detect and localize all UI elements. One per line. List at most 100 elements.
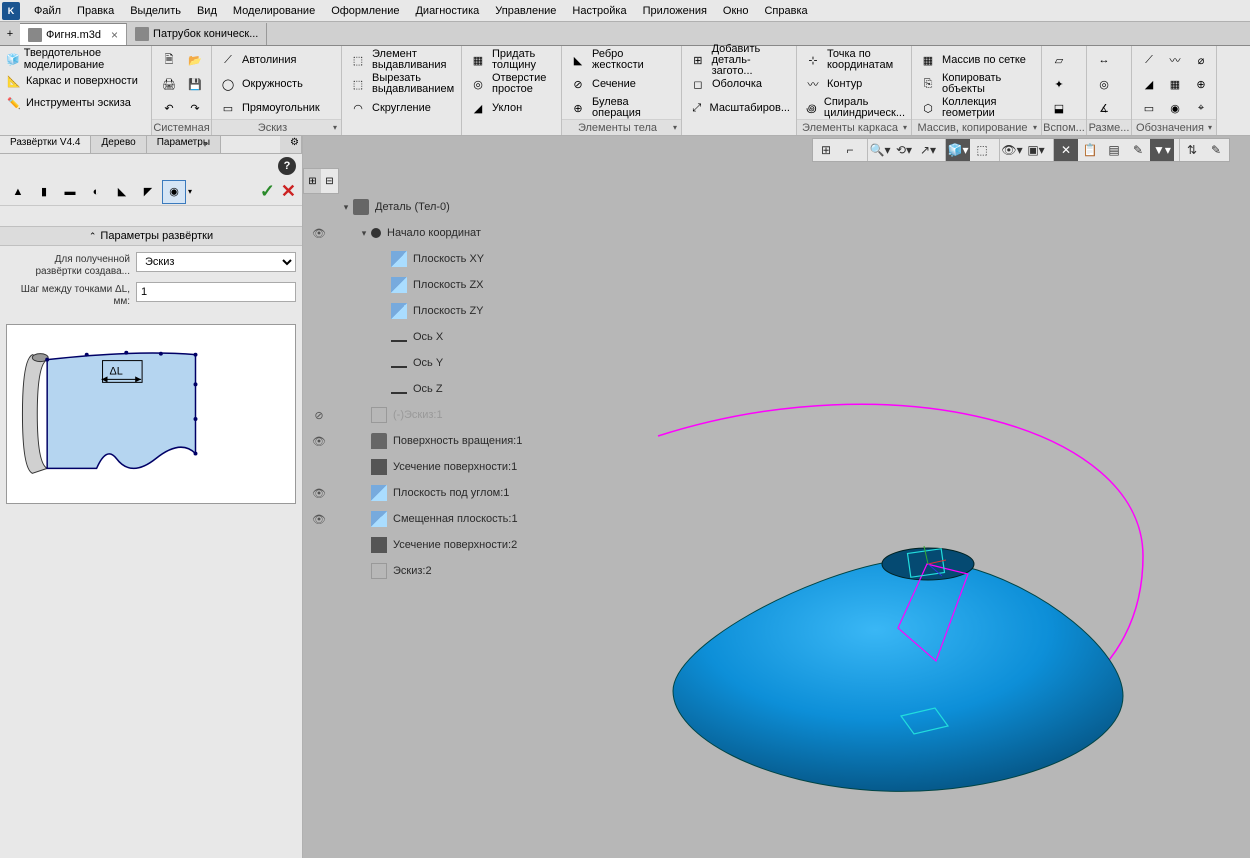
shell-button[interactable]: ◻Оболочка	[686, 72, 792, 96]
undo-button[interactable]: ↶	[156, 96, 182, 120]
menu-select[interactable]: Выделить	[122, 2, 189, 20]
shape-pr-icon[interactable]: ◣	[110, 180, 134, 204]
cancel-button[interactable]: ✕	[281, 181, 296, 202]
tab-patrubok[interactable]: Патрубок коническ...	[127, 23, 267, 45]
params-section-header[interactable]: Параметры развёртки	[0, 226, 302, 246]
tab-figna[interactable]: Фигня.m3d ×	[20, 23, 127, 45]
scale-button[interactable]: ⤢Масштабиров...	[686, 96, 792, 120]
visibility-icon[interactable]: 👁	[309, 487, 329, 500]
shape-cyl-icon[interactable]: ▮	[32, 180, 56, 204]
param2-input[interactable]	[136, 282, 296, 302]
tree-row[interactable]: 👁Смещенная плоскость:1	[309, 506, 522, 532]
mode-wire[interactable]: 📐Каркас и поверхности	[4, 70, 152, 92]
side-tab-unfold[interactable]: Развёртки V4.4	[0, 136, 91, 153]
contour-button[interactable]: 〰Контур	[801, 72, 907, 96]
tree-expand-icon[interactable]: ⊞	[304, 169, 321, 193]
mode-sketch[interactable]: ✏️Инструменты эскиза	[4, 92, 152, 114]
menu-help[interactable]: Справка	[756, 2, 815, 20]
menu-apps[interactable]: Приложения	[635, 2, 715, 20]
ann-btn[interactable]: ◢	[1136, 72, 1162, 96]
shape-tube-icon[interactable]: ◐	[84, 180, 108, 204]
visibility-icon[interactable]: 👁	[309, 435, 329, 448]
side-settings-button[interactable]: ⚙	[280, 136, 302, 153]
tree-row[interactable]: 👁▾Начало координат	[309, 220, 522, 246]
vp-order-icon[interactable]: ⇅	[1180, 139, 1204, 161]
side-tab-tree[interactable]: Дерево	[91, 136, 146, 153]
draft-button[interactable]: ◢Уклон	[466, 96, 557, 120]
3d-viewport[interactable]: ⊞ ⌐ 🔍▾ ⟲▾ ↗▾ 🧊▾ ⬚ 👁▾ ▣▾ ✕ 📋 ▤ ✎ ▼▾ ⇅ ✎ ⊞…	[303, 136, 1250, 858]
help-icon[interactable]: ?	[278, 157, 296, 175]
visibility-icon[interactable]: 👁	[309, 513, 329, 526]
array-grid-button[interactable]: ▦Массив по сетке	[916, 48, 1037, 72]
shape-cone-icon[interactable]: ▲	[6, 180, 30, 204]
shape-rev-icon[interactable]: ◉	[162, 180, 186, 204]
dim-btn2[interactable]: ◎	[1091, 72, 1117, 96]
visibility-icon[interactable]: ⊘	[309, 409, 329, 422]
expand-icon[interactable]: ▾	[357, 228, 371, 239]
section-button[interactable]: ⊘Сечение	[566, 72, 677, 96]
vp-look-icon[interactable]: ↗▾	[916, 139, 940, 161]
tree-row[interactable]: ⊘(-)Эскиз:1	[309, 402, 522, 428]
rib-button[interactable]: ◣Реброжесткости	[566, 48, 677, 72]
ann-btn[interactable]: ◉	[1162, 96, 1188, 120]
vp-orbit-icon[interactable]: ⟲▾	[892, 139, 916, 161]
vp-prop-icon[interactable]: ▤	[1102, 139, 1126, 161]
menu-manage[interactable]: Управление	[487, 2, 564, 20]
vp-edge-icon[interactable]: ✕	[1054, 139, 1078, 161]
rect-button[interactable]: ▭Прямоугольник	[216, 96, 337, 120]
circle-button[interactable]: ◯Окружность	[216, 72, 337, 96]
vp-proj-icon[interactable]: ⊞	[814, 139, 838, 161]
menu-window[interactable]: Окно	[715, 2, 757, 20]
add-part-button[interactable]: ⊞Добавитьдеталь-загото...	[686, 48, 792, 72]
vp-persp-icon[interactable]: ⬚	[970, 139, 994, 161]
tree-row[interactable]: 👁Плоскость под углом:1	[309, 480, 522, 506]
tree-row[interactable]: ▾Деталь (Тел-0)	[309, 194, 522, 220]
aux-btn1[interactable]: ▱	[1046, 48, 1072, 72]
new-tab-button[interactable]: +	[0, 23, 20, 45]
tree-row[interactable]: Ось Y	[309, 350, 522, 376]
tree-row[interactable]: Плоскость XY	[309, 246, 522, 272]
expand-icon[interactable]: ▾	[339, 202, 353, 213]
ann-btn[interactable]: ▦	[1162, 72, 1188, 96]
aux-btn3[interactable]: ⬓	[1046, 96, 1072, 120]
vp-shade-icon[interactable]: 🧊▾	[946, 139, 970, 161]
vp-filter-icon[interactable]: ▼▾	[1150, 139, 1174, 161]
ann-btn[interactable]: ▭	[1136, 96, 1162, 120]
apply-button[interactable]: ✓	[260, 181, 275, 202]
tree-collapse-icon[interactable]: ⊟	[321, 169, 338, 193]
fillet-button[interactable]: ◠Скругление	[346, 96, 457, 120]
dim-btn3[interactable]: ∡	[1091, 96, 1117, 120]
tree-row[interactable]: 👁Поверхность вращения:1	[309, 428, 522, 454]
vp-meas-icon[interactable]: 📋	[1078, 139, 1102, 161]
ann-btn[interactable]: 〰	[1162, 48, 1188, 72]
aux-btn2[interactable]: ✦	[1046, 72, 1072, 96]
ann-btn[interactable]: ⌖	[1188, 96, 1214, 120]
cut-extrude-button[interactable]: ⬚Вырезатьвыдавливанием	[346, 72, 457, 96]
save-button[interactable]: 💾	[182, 72, 208, 96]
extrude-button[interactable]: ⬚Элементвыдавливания	[346, 48, 457, 72]
geom-col-button[interactable]: ⬡Коллекциягеометрии	[916, 96, 1037, 120]
vp-note-icon[interactable]: ✎	[1126, 139, 1150, 161]
vp-sect-icon[interactable]: ▣▾	[1024, 139, 1048, 161]
mode-solid[interactable]: 🧊Твердотельное моделирование	[4, 48, 152, 70]
vp-hide-icon[interactable]: 👁▾	[1000, 139, 1024, 161]
tree-row[interactable]: Эскиз:2	[309, 558, 522, 584]
redo-button[interactable]: ↷	[182, 96, 208, 120]
tree-row[interactable]: Усечение поверхности:1	[309, 454, 522, 480]
copy-obj-button[interactable]: ⎘Копироватьобъекты	[916, 72, 1037, 96]
new-button[interactable]: 🗎	[156, 48, 182, 72]
menu-file[interactable]: Файл	[26, 2, 69, 20]
boolean-button[interactable]: ⊕Булеваоперация	[566, 96, 677, 120]
menu-edit[interactable]: Правка	[69, 2, 122, 20]
open-button[interactable]: 📂	[182, 48, 208, 72]
ann-btn[interactable]: ⟋	[1136, 48, 1162, 72]
dim-btn1[interactable]: ↔	[1091, 48, 1117, 72]
visibility-icon[interactable]: 👁	[309, 227, 329, 240]
tree-row[interactable]: Усечение поверхности:2	[309, 532, 522, 558]
vp-stop-icon[interactable]: ✎	[1204, 139, 1228, 161]
shape-box-icon[interactable]: ▬	[58, 180, 82, 204]
hole-button[interactable]: ◎Отверстиепростое	[466, 72, 557, 96]
ann-btn[interactable]: ⊕	[1188, 72, 1214, 96]
vp-ucs-icon[interactable]: ⌐	[838, 139, 862, 161]
menu-view[interactable]: Вид	[189, 2, 225, 20]
